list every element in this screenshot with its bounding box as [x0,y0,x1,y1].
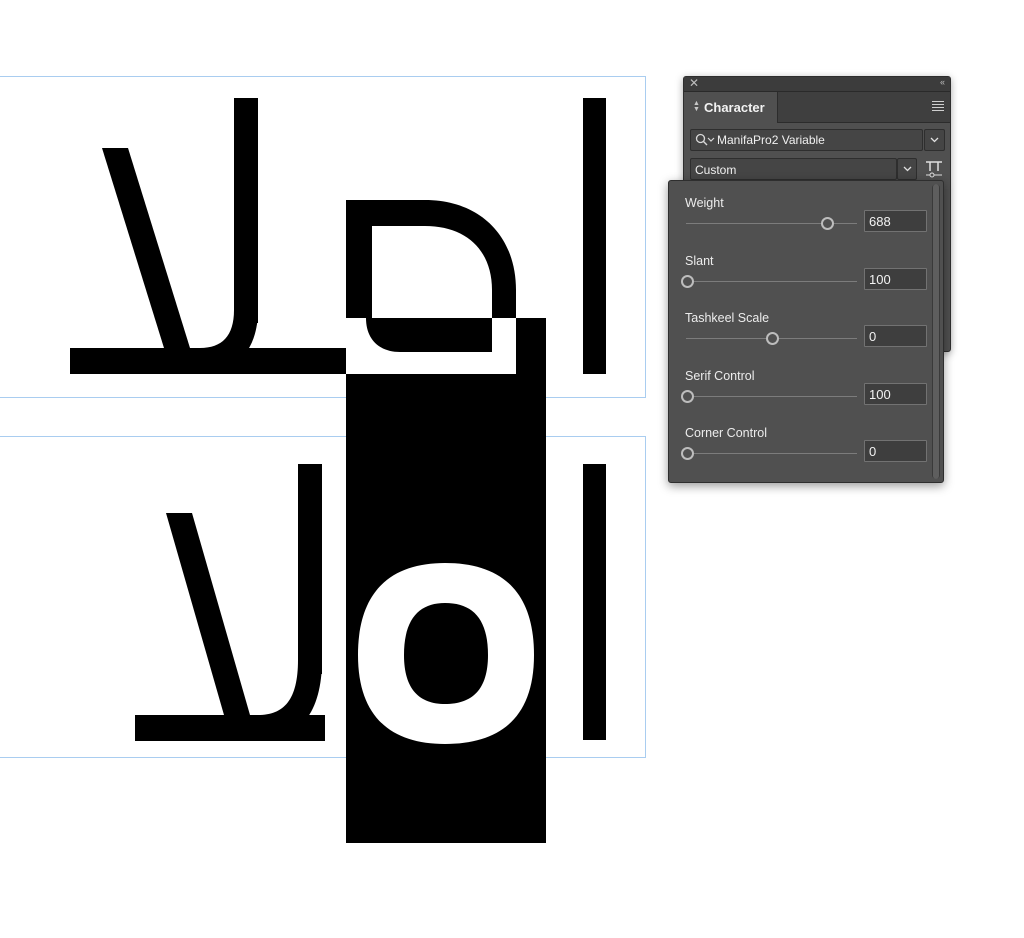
axis-label: Slant [685,254,714,268]
axis-value-input[interactable]: 100 [864,268,927,290]
font-family-field[interactable]: ManifaPro2 Variable [690,129,923,151]
slider-track[interactable] [686,396,857,397]
axis-label: Weight [685,196,724,210]
panel-menu-icon[interactable] [932,101,944,113]
axis-tashkeel-scale: Tashkeel Scale 0 [669,311,929,361]
panel-titlebar: ✕ ‹‹ [684,76,950,92]
collapse-icon[interactable]: ‹‹ [940,77,945,87]
variable-font-icon[interactable] [924,159,944,179]
slider-thumb[interactable] [680,275,694,288]
tab-arrows-icon: ▲ ▼ [693,100,700,113]
chevron-down-icon [930,137,939,143]
axis-label: Tashkeel Scale [685,311,770,325]
scrollbar[interactable] [932,184,940,479]
axis-label: Corner Control [685,426,767,440]
axis-serif-control: Serif Control 100 [669,369,929,419]
font-family-value: ManifaPro2 Variable [717,133,825,147]
axis-value-input[interactable]: 0 [864,440,927,462]
scroll-thumb[interactable] [933,184,939,479]
font-style-dropdown[interactable] [897,158,917,180]
tab-label: Character [704,100,765,115]
slider-track[interactable] [686,281,857,282]
slider-track[interactable] [686,453,857,454]
font-family-dropdown[interactable] [924,129,945,151]
axis-corner-control: Corner Control 0 [669,426,929,476]
slider-thumb[interactable] [680,390,694,403]
chevron-down-icon [903,166,912,172]
chevron-down-icon [707,137,715,142]
axis-label: Serif Control [685,369,755,383]
panel-tabbar: ▲ ▼ Character [684,92,950,123]
font-style-field[interactable]: Custom [690,158,897,180]
tab-character[interactable]: ▲ ▼ Character [684,92,778,123]
axis-value-input[interactable]: 688 [864,210,927,232]
axis-value-input[interactable]: 0 [864,325,927,347]
axis-weight: Weight 688 [669,196,929,246]
close-icon[interactable]: ✕ [689,76,699,90]
axis-slant: Slant 100 [669,254,929,304]
font-style-value: Custom [695,163,737,177]
slider-thumb[interactable] [766,332,779,345]
slider-thumb[interactable] [680,447,694,460]
slider-thumb[interactable] [820,217,834,230]
variable-font-axes-popup: Weight 688 Slant 100 Tashkeel Scale 0 Se… [668,180,944,483]
axis-value-input[interactable]: 100 [864,383,927,405]
